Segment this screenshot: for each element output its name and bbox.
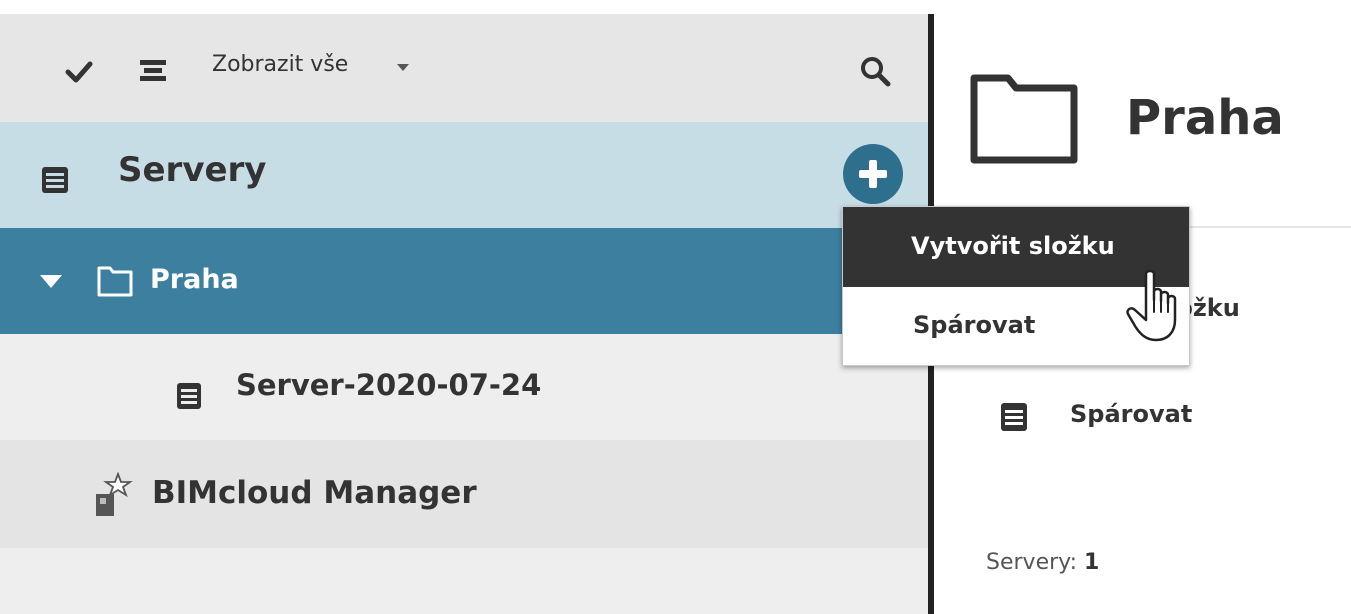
pair-link[interactable]: Spárovat bbox=[1070, 400, 1192, 428]
search-icon[interactable] bbox=[858, 54, 892, 88]
server-count-label: Servery: bbox=[986, 550, 1077, 575]
tree-item-praha[interactable]: Praha bbox=[0, 228, 928, 334]
tree-item-bimcloud-manager[interactable]: BIMcloud Manager bbox=[0, 440, 928, 548]
server-icon bbox=[42, 167, 68, 193]
expand-caret-icon[interactable] bbox=[40, 275, 62, 288]
hand-pointer-cursor-icon bbox=[1126, 269, 1177, 342]
menu-item-label: Vytvořit složku bbox=[911, 232, 1115, 260]
server-count-value: 1 bbox=[1083, 550, 1100, 575]
manager-star-icon bbox=[96, 472, 133, 516]
page-title: Praha bbox=[1126, 90, 1284, 146]
tree-item-servery[interactable]: Servery bbox=[0, 122, 928, 228]
filter-icon[interactable] bbox=[136, 54, 170, 88]
tree-item-label: Praha bbox=[150, 264, 239, 295]
folder-icon bbox=[970, 74, 1078, 164]
navigation-panel: Zobrazit vše Servery Praha Server-2020-0… bbox=[0, 0, 928, 614]
tree-item-label: Servery bbox=[118, 150, 267, 190]
add-button[interactable] bbox=[843, 144, 903, 204]
server-icon bbox=[1001, 403, 1027, 431]
tree-item-label: Server-2020-07-24 bbox=[236, 368, 542, 402]
server-icon bbox=[177, 383, 201, 409]
tree-toolbar: Zobrazit vše bbox=[0, 14, 928, 122]
top-spacer bbox=[0, 0, 928, 14]
menu-item-label: Spárovat bbox=[913, 311, 1036, 339]
tree-item-server[interactable]: Server-2020-07-24 bbox=[0, 334, 928, 440]
show-all-dropdown[interactable]: Zobrazit vše bbox=[212, 52, 348, 77]
server-count: Servery: 1 bbox=[986, 550, 1099, 575]
folder-icon bbox=[97, 266, 133, 297]
tree-item-label: BIMcloud Manager bbox=[152, 475, 477, 511]
chevron-down-icon[interactable] bbox=[397, 64, 409, 71]
check-icon[interactable] bbox=[62, 54, 96, 88]
